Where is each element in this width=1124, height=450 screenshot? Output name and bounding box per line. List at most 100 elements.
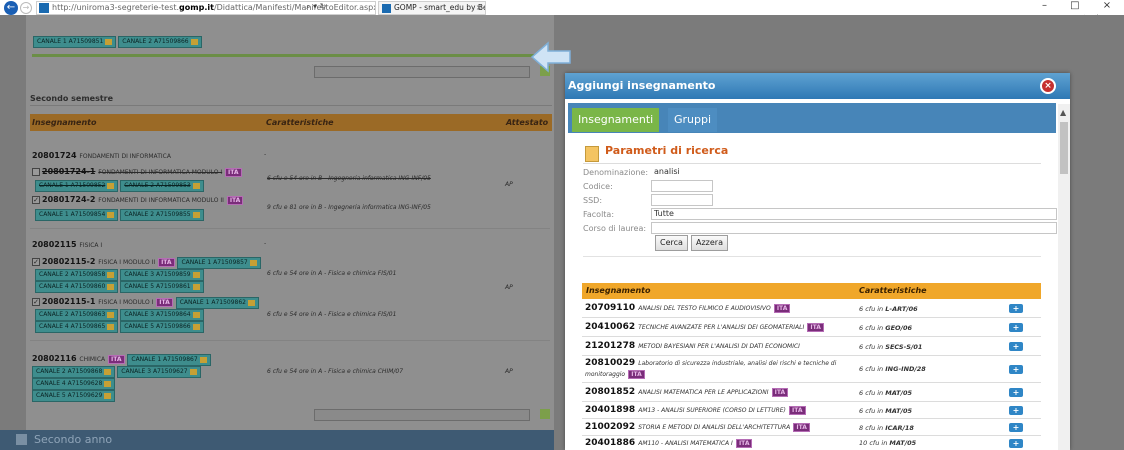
col-attestato: Attestato: [506, 118, 549, 127]
folder-search-icon: [585, 146, 599, 162]
course-group-header: 20802115 FISICA I: [32, 240, 102, 250]
section-bar[interactable]: Secondo anno: [0, 430, 554, 450]
field-label: Codice:: [583, 182, 613, 191]
lang-badge: ITA: [807, 323, 824, 332]
lang-badge: ITA: [735, 439, 753, 448]
channel-pill[interactable]: CANALE 1 A71509867: [127, 354, 211, 366]
lang-badge: ITA: [773, 304, 791, 313]
field-label: Corso di laurea:: [583, 224, 647, 233]
channel-pill[interactable]: CANALE 1 A71509862: [175, 297, 259, 309]
course-name: FONDAMENTI DI INFORMATICA: [79, 153, 171, 160]
channel-pill[interactable]: CANALE 3 A71509627: [117, 366, 201, 378]
lang-badge: ITA: [628, 370, 645, 379]
module-checkbox-checked[interactable]: ✓: [32, 257, 40, 266]
channel-pill[interactable]: CANALE 4 A71509865: [35, 321, 119, 333]
result-row: 20410062 TECNICHE AVANZATE PER L'ANALISI…: [582, 318, 1041, 337]
channel-pill[interactable]: CANALE 5 A71509629: [32, 390, 116, 402]
channel-pill[interactable]: CANALE 3 A71509859: [120, 269, 204, 281]
result-desc: AM110 - ANALISI MATEMATICA I: [638, 440, 733, 447]
channel-pill[interactable]: CANALE 2 A71509866: [118, 36, 202, 48]
browser-tab[interactable]: GOMP - smart_edu by Be S...×: [378, 1, 486, 15]
channel-pill[interactable]: CANALE 2 A71509863: [35, 309, 119, 321]
module-channels: CANALE 1 A71509852 CANALE 2 A71509853: [35, 180, 206, 192]
course-code: 20802115: [32, 240, 77, 249]
add-result-button[interactable]: +: [1009, 323, 1023, 332]
module-code: 20801724-1: [42, 167, 96, 176]
attestato-value: AP: [505, 284, 513, 291]
channel-pill[interactable]: CANALE 2 A71509853: [120, 180, 204, 192]
result-code: 20410062: [585, 322, 636, 332]
field-label: Facolta:: [583, 210, 615, 219]
module-cfu: 9 cfu e 81 ore in B - Ingegneria informa…: [267, 204, 431, 211]
dialog-scrollbar[interactable]: ▲: [1058, 104, 1070, 450]
lang-badge: ITA: [156, 298, 173, 307]
channel-pill[interactable]: CANALE 2 A71509858: [35, 269, 119, 281]
lang-badge: ITA: [158, 258, 175, 267]
tab-close-icon[interactable]: ×: [476, 2, 482, 14]
progress-divider: [32, 54, 542, 57]
site-favicon-icon: [39, 2, 49, 13]
scroll-thumb[interactable]: [1060, 122, 1068, 174]
select-field[interactable]: [314, 409, 530, 421]
top-channel-list: CANALE 1 A71509851 CANALE 2 A71509866: [33, 36, 204, 48]
forward-button[interactable]: →: [20, 2, 32, 14]
channel-pill[interactable]: CANALE 1 A71509851: [33, 36, 117, 48]
module-channels: CANALE 1 A71509854 CANALE 2 A71509855: [35, 209, 206, 221]
channel-pill[interactable]: CANALE 3 A71509864: [120, 309, 204, 321]
search-button[interactable]: Cerca: [655, 235, 688, 251]
result-desc: ANALISI DEL TESTO FILMICO E AUDIOVISIVO: [638, 305, 771, 312]
corso-input[interactable]: [651, 222, 1057, 234]
channel-pill[interactable]: CANALE 2 A71509855: [120, 209, 204, 221]
dialog-close-button[interactable]: ×: [1040, 78, 1056, 94]
reset-button[interactable]: Azzera: [691, 235, 728, 251]
divider: [30, 340, 550, 341]
collapse-icon[interactable]: [16, 434, 27, 445]
module-cfu: 6 cfu e 54 ore in A - Fisica e chimica F…: [267, 270, 397, 277]
table-header: Insegnamento Caratteristiche Attestato: [30, 114, 552, 131]
url-prefix: http://uniroma3-segreterie-test.: [52, 3, 180, 12]
module-code: 20801724-2: [42, 195, 96, 204]
divider: [30, 105, 552, 106]
ssd-input[interactable]: [651, 194, 713, 206]
module-cfu: 6 cfu e 54 ore in A - Fisica e chimica F…: [267, 311, 397, 318]
tab-insegnamenti[interactable]: Insegnamenti: [572, 108, 660, 132]
add-result-button[interactable]: +: [1009, 388, 1023, 397]
tab-title: GOMP - smart_edu by Be S...: [394, 3, 485, 12]
result-row: 20709110 ANALISI DEL TESTO FILMICO E AUD…: [582, 299, 1041, 318]
add-result-button[interactable]: +: [1009, 439, 1023, 448]
module-channels: CANALE 2 A71509863 CANALE 3 A71509864 CANA…: [35, 309, 235, 333]
codice-input[interactable]: [651, 180, 713, 192]
add-result-button[interactable]: +: [1009, 406, 1023, 415]
col-caratteristiche: Caratteristiche: [266, 118, 334, 127]
channel-pill[interactable]: CANALE 4 A71509860: [35, 281, 119, 293]
tab-gruppi[interactable]: Gruppi: [668, 108, 718, 132]
url-controls[interactable]: ⌕ ▾ ↻: [306, 2, 326, 12]
denominazione-input[interactable]: analisi: [651, 166, 1056, 178]
channel-pill[interactable]: CANALE 1 A71509852: [35, 180, 119, 192]
channel-pill[interactable]: CANALE 1 A71509854: [35, 209, 119, 221]
add-result-button[interactable]: +: [1009, 365, 1023, 374]
add-result-button[interactable]: +: [1009, 304, 1023, 313]
scroll-up-icon[interactable]: ▲: [1060, 108, 1066, 117]
channel-pill[interactable]: CANALE 4 A71509628: [32, 378, 116, 390]
channel-pill[interactable]: CANALE 5 A71509866: [120, 321, 204, 333]
add-row-icon[interactable]: [540, 409, 550, 419]
channel-pill[interactable]: CANALE 1 A71509857: [177, 257, 261, 269]
col-caratteristiche: Caratteristiche: [859, 286, 927, 295]
module-checkbox-checked[interactable]: ✓: [32, 297, 40, 306]
channel-pill[interactable]: CANALE 5 A71509861: [120, 281, 204, 293]
window-controls[interactable]: – □ ×: [1042, 0, 1121, 11]
add-result-button[interactable]: +: [1009, 423, 1023, 432]
module-checkbox-checked[interactable]: ✓: [32, 195, 40, 204]
course-dash: -: [264, 240, 267, 247]
back-button[interactable]: ←: [4, 1, 18, 15]
channel-pill[interactable]: CANALE 2 A71509868: [32, 366, 116, 378]
module-checkbox[interactable]: [32, 167, 40, 176]
dialog-title: Aggiungi insegnamento: [565, 73, 1070, 99]
select-field[interactable]: [314, 66, 530, 78]
attestato-value: AP: [505, 181, 513, 188]
facolta-select[interactable]: Tutte: [651, 208, 1057, 220]
module-row: ✓ 20801724-2 FONDAMENTI DI INFORMATICA MO…: [32, 195, 244, 205]
course-channels: CANALE 2 A71509868 CANALE 3 A71509627CANA…: [32, 366, 264, 402]
add-result-button[interactable]: +: [1009, 342, 1023, 351]
